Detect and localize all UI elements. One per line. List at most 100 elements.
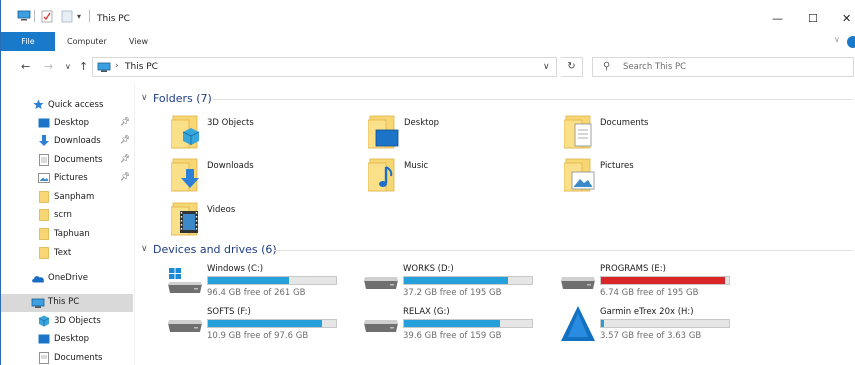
desktop-folder-icon (368, 115, 399, 149)
tab-computer[interactable]: Computer (67, 32, 107, 51)
sidebar-item-downloads[interactable]: Downloads 📌︎ (1, 133, 133, 151)
address-location[interactable]: This PC (125, 62, 158, 72)
folder-label: Downloads (207, 161, 254, 171)
music-folder-icon (368, 158, 395, 192)
sidebar-item-documents-pc[interactable]: Documents (1, 350, 133, 365)
sidebar-item-taphuan[interactable]: Taphuan (1, 226, 133, 244)
sidebar-item-quick-access[interactable]: Quick access (1, 97, 133, 115)
sidebar-item-desktop-pc[interactable]: Desktop (1, 331, 133, 349)
cloud-icon (31, 274, 45, 286)
sidebar-item-pictures[interactable]: Pictures 📌︎ (1, 170, 133, 188)
back-icon[interactable]: ← (21, 60, 30, 73)
document-icon (39, 352, 49, 365)
pin-icon[interactable]: 📌︎ (120, 154, 130, 163)
drive-tile-f[interactable]: SOFTS (F:) 10.9 GB free of 97.6 GB (167, 305, 357, 345)
new-folder-icon[interactable] (61, 10, 73, 26)
drive-usage-fill (208, 320, 322, 327)
drive-tile-h[interactable]: Garmin eTrex 20x (H:) 3.57 GB free of 3.… (560, 305, 750, 345)
address-dropdown-icon[interactable]: ∨ (543, 62, 550, 72)
sidebar-item-scrn[interactable]: scrn (1, 207, 133, 225)
address-bar[interactable]: › This PC ∨ (92, 57, 557, 77)
drive-usage-bar (403, 276, 533, 285)
folder-tile-desktop[interactable]: Desktop (368, 112, 548, 152)
downloads-folder-icon (171, 158, 199, 192)
search-input[interactable]: ⚲ Search This PC (592, 57, 854, 77)
file-tab[interactable]: File (1, 32, 55, 51)
computer-icon (31, 298, 45, 312)
sidebar-item-label: Documents (54, 353, 103, 363)
drive-free-space: 10.9 GB free of 97.6 GB (207, 331, 309, 341)
drive-tile-e[interactable]: PROGRAMS (E:) 6.74 GB free of 195 GB (560, 262, 750, 302)
folder-tile-documents[interactable]: Documents (564, 112, 744, 152)
drive-label: RELAX (G:) (403, 307, 450, 317)
sidebar-item-label: scrn (54, 210, 72, 220)
folder-label: Pictures (600, 161, 634, 171)
drive-tile-d[interactable]: WORKS (D:) 37.2 GB free of 195 GB (363, 262, 553, 302)
folder-label: Music (404, 161, 429, 171)
collapse-chevron-icon[interactable]: ∨ (141, 244, 148, 254)
sidebar-item-3d-objects[interactable]: 3D Objects (1, 313, 133, 331)
recent-locations-icon[interactable]: ∨ (65, 62, 71, 71)
drives-section-header[interactable]: Devices and drives (6) (153, 243, 277, 256)
tab-view[interactable]: View (129, 32, 148, 51)
drive-usage-bar (403, 319, 533, 328)
search-icon: ⚲ (603, 61, 611, 72)
sidebar-item-documents[interactable]: Documents 📌︎ (1, 152, 133, 170)
properties-icon[interactable] (41, 10, 53, 26)
sidebar-item-label: 3D Objects (54, 316, 101, 326)
sidebar-item-label: Documents (54, 155, 103, 165)
drive-usage-fill (404, 277, 508, 284)
expand-ribbon-icon[interactable]: ∨ (834, 35, 840, 44)
star-icon (33, 99, 44, 113)
folder-icon (39, 247, 49, 262)
downloads-arrow-icon (38, 135, 50, 150)
desktop-folder-icon (38, 334, 50, 347)
folder-tile-downloads[interactable]: Downloads (171, 155, 351, 195)
pin-icon[interactable]: 📌︎ (120, 117, 130, 126)
cube-icon (38, 315, 50, 330)
refresh-button[interactable]: ↻ (561, 57, 583, 77)
section-divider (213, 99, 853, 100)
folder-tile-music[interactable]: Music (368, 155, 548, 195)
help-icon[interactable] (847, 36, 855, 48)
sidebar-item-label: Quick access (48, 100, 104, 110)
pin-icon[interactable]: 📌︎ (120, 135, 130, 144)
sidebar-item-this-pc[interactable]: This PC (1, 294, 133, 312)
sidebar-item-label: Pictures (54, 173, 88, 183)
drive-usage-fill (601, 320, 604, 327)
desktop-folder-icon (38, 118, 50, 131)
sidebar-item-label: Taphuan (54, 229, 90, 239)
sidebar-item-label: Desktop (54, 334, 90, 344)
navigation-bar: ← → ∨ ↑ › This PC ∨ ↻ ⚲ Search This PC (1, 55, 855, 79)
drive-tile-c[interactable]: Windows (C:) 96.4 GB free of 261 GB (167, 262, 357, 302)
collapse-chevron-icon[interactable]: ∨ (141, 93, 148, 103)
drive-free-space: 37.2 GB free of 195 GB (403, 288, 502, 298)
folder-tile-3d-objects[interactable]: 3D Objects (171, 112, 351, 152)
computer-icon (17, 10, 31, 25)
up-icon[interactable]: ↑ (79, 60, 88, 73)
close-icon[interactable]: ✕ (842, 12, 851, 25)
picture-icon (38, 173, 50, 186)
drive-label: WORKS (D:) (403, 264, 454, 274)
customize-quick-access-icon[interactable]: ▾ (77, 12, 81, 21)
hard-drive-icon (561, 277, 595, 289)
sidebar-item-sanpham[interactable]: Sanpham (1, 189, 133, 207)
pin-icon[interactable]: 📌︎ (120, 172, 130, 181)
folder-tile-pictures[interactable]: Pictures (564, 155, 744, 195)
folder-tile-videos[interactable]: Videos (171, 199, 351, 239)
sidebar-item-text[interactable]: Text (1, 245, 133, 263)
hard-drive-icon (364, 320, 398, 332)
drive-tile-g[interactable]: RELAX (G:) 39.6 GB free of 159 GB (363, 305, 553, 345)
window-title: This PC (97, 14, 130, 24)
drive-usage-bar (207, 319, 337, 328)
forward-icon[interactable]: → (44, 60, 53, 73)
maximize-icon[interactable]: ☐ (808, 12, 818, 25)
folder-label: Videos (207, 205, 236, 215)
minimize-icon[interactable]: — (772, 12, 783, 25)
sidebar-item-label: This PC (48, 297, 80, 307)
pane-divider[interactable] (134, 84, 135, 365)
sidebar-item-desktop[interactable]: Desktop 📌︎ (1, 115, 133, 133)
sidebar-item-label: OneDrive (48, 273, 88, 283)
folders-section-header[interactable]: Folders (7) (153, 92, 212, 105)
sidebar-item-onedrive[interactable]: OneDrive (1, 270, 133, 288)
